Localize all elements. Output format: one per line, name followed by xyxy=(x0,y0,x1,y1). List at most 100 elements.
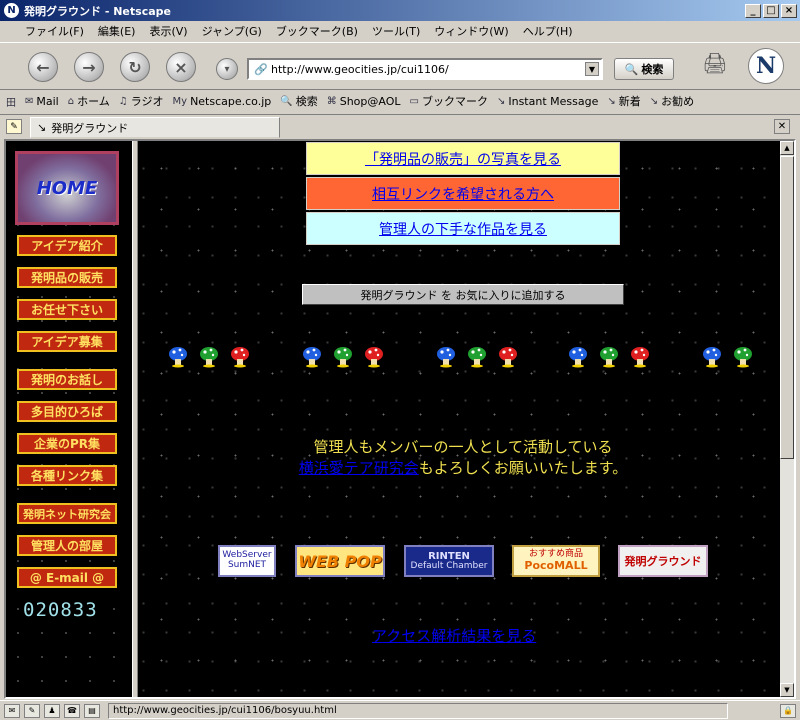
sidebar-email[interactable]: @ E-mail @ xyxy=(17,567,117,588)
sidebar-idea-wanted[interactable]: アイデア募集 xyxy=(17,331,117,352)
bookmark-radio[interactable]: ♫ ラジオ xyxy=(119,93,164,109)
forward-button[interactable]: → xyxy=(74,52,104,82)
bookmark-folder[interactable]: ▭ ブックマーク xyxy=(410,93,488,109)
bookmark-instant-message[interactable]: ↘ Instant Message xyxy=(497,95,598,108)
mushroom-icon xyxy=(498,346,518,368)
new-tab-icon[interactable]: ✎ xyxy=(6,119,22,134)
vertical-scrollbar[interactable]: ▲ ▼ xyxy=(780,141,794,697)
access-analysis-link[interactable]: アクセス解析結果を見る xyxy=(372,625,536,646)
add-to-favorites-button[interactable]: 発明グラウンド を お気に入りに追加する xyxy=(302,284,624,305)
navigation-toolbar: ← → ↻ × ▾ 🔗 http://www.geocities.jp/cui1… xyxy=(0,42,800,90)
sidebar-link-collection[interactable]: 各種リンク集 xyxy=(17,465,117,486)
banner-rinten[interactable]: RINTEN Default Chamber xyxy=(404,545,494,577)
yokohama-study-group-link[interactable]: 横浜愛テア研究会 xyxy=(299,459,419,477)
back-arrow-icon: ← xyxy=(36,57,50,77)
shop-icon: ⌘ xyxy=(326,95,337,107)
sidebar-invention-net-study[interactable]: 発明ネット研究会 xyxy=(17,503,117,524)
sidebar-idea-intro[interactable]: アイデア紹介 xyxy=(17,235,117,256)
home-button-image[interactable]: HOME xyxy=(15,151,119,225)
stop-button[interactable]: × xyxy=(166,52,196,82)
mushroom-icon xyxy=(630,346,650,368)
forward-arrow-icon: → xyxy=(82,57,96,77)
chevron-down-icon: ▾ xyxy=(224,63,230,75)
sidebar-leave-it-to-us[interactable]: お任せ下さい xyxy=(17,299,117,320)
page-status-icon[interactable]: ▤ xyxy=(84,703,100,718)
back-button[interactable]: ← xyxy=(28,52,58,82)
window-title: 発明グラウンド - Netscape xyxy=(24,4,171,18)
top-button-admin-works[interactable]: 管理人の下手な作品を見る xyxy=(306,212,620,245)
scroll-thumb[interactable] xyxy=(780,156,794,459)
mushroom-icon xyxy=(467,346,487,368)
message-line-2: 横浜愛テア研究会もよろしくお願いいたします。 xyxy=(238,457,688,478)
menu-edit[interactable]: 編集(E) xyxy=(91,23,143,39)
scroll-down-button[interactable]: ▼ xyxy=(780,683,794,697)
close-window-button[interactable]: × xyxy=(781,3,797,18)
bookmark-search[interactable]: 🔍 検索 xyxy=(280,93,317,109)
banner-webpop[interactable]: WEB POP xyxy=(295,545,385,577)
url-dropdown-button[interactable]: ▼ xyxy=(585,62,599,76)
aim-status-icon[interactable]: ♟ xyxy=(44,703,60,718)
tab-toggle-icon: 田 xyxy=(6,97,16,109)
bookmark-shop[interactable]: ⌘ Shop@AOL xyxy=(327,95,401,108)
print-icon[interactable]: 🖨 xyxy=(700,51,730,79)
history-dropdown-button[interactable]: ▾ xyxy=(216,58,238,80)
tab-title: 発明グラウンド xyxy=(51,121,129,135)
sidebar-invention-stories[interactable]: 発明のお話し xyxy=(17,369,117,390)
bookmark-new[interactable]: ↘ 新着 xyxy=(607,93,640,109)
close-tab-button[interactable]: ✕ xyxy=(774,119,790,134)
banner-pocomall[interactable]: おすすめ商品 PocoMALL xyxy=(512,545,600,577)
composer-status-icon[interactable]: ✎ xyxy=(24,703,40,718)
netscape-logo[interactable]: N xyxy=(748,48,784,84)
headphones-icon: ♫ xyxy=(118,95,128,107)
bookmark-netscape[interactable]: My Netscape.co.jp xyxy=(173,95,272,108)
banner-sumnet[interactable]: WebServer SumNET xyxy=(218,545,276,577)
menu-window[interactable]: ウィンドウ(W) xyxy=(427,23,515,39)
mushroom-icon xyxy=(702,346,722,368)
address-book-status-icon[interactable]: ☎ xyxy=(64,703,80,718)
bookmark-recommend[interactable]: ↘ お勧め xyxy=(650,93,694,109)
banner-hatsumei-ground[interactable]: 発明グラウンド xyxy=(618,545,708,577)
page-content: HOME アイデア紹介 発明品の販売 お任せ下さい アイデア募集 発明のお話し … xyxy=(4,139,796,699)
search-icon: 🔍 xyxy=(280,95,293,107)
scroll-up-button[interactable]: ▲ xyxy=(780,141,794,155)
tab-current[interactable]: ↘ 発明グラウンド xyxy=(30,117,280,138)
status-text: http://www.geocities.jp/cui1106/bosyuu.h… xyxy=(108,702,728,719)
magnifier-icon: 🔍 xyxy=(624,62,639,76)
mushroom-icon xyxy=(599,346,619,368)
sidebar-multipurpose-plaza[interactable]: 多目的ひろば xyxy=(17,401,117,422)
link-icon: ↘ xyxy=(37,121,47,134)
sidebar-product-sales[interactable]: 発明品の販売 xyxy=(17,267,117,288)
mail-status-icon[interactable]: ✉ xyxy=(4,703,20,718)
title-bar: N 発明グラウンド - Netscape _ □ × xyxy=(0,0,800,21)
bookmark-mail[interactable]: ✉ Mail xyxy=(25,95,59,108)
tab-toggle-button[interactable]: 田 xyxy=(6,94,16,109)
top-button-product-photos[interactable]: 「発明品の販売」の写真を見る xyxy=(306,142,620,175)
reload-button[interactable]: ↻ xyxy=(120,52,150,82)
menu-bookmarks[interactable]: ブックマーク(B) xyxy=(269,23,365,39)
mushroom-icon xyxy=(230,346,250,368)
message-line-1: 管理人もメンバーの一人として活動している xyxy=(313,438,613,456)
security-lock-icon[interactable]: 🔒 xyxy=(780,703,796,718)
menu-file[interactable]: ファイル(F) xyxy=(18,23,91,39)
sidebar-admin-room[interactable]: 管理人の部屋 xyxy=(17,535,117,556)
netscape-app-icon[interactable]: N xyxy=(4,3,19,18)
url-field[interactable]: 🔗 http://www.geocities.jp/cui1106/ ▼ xyxy=(247,58,603,80)
sidebar-company-pr[interactable]: 企業のPR集 xyxy=(17,433,117,454)
menu-tools[interactable]: ツール(T) xyxy=(365,23,427,39)
mushroom-icon xyxy=(333,346,353,368)
top-button-mutual-links[interactable]: 相互リンクを希望される方へ xyxy=(306,177,620,210)
maximize-button[interactable]: □ xyxy=(763,3,779,18)
main-frame: 「発明品の販売」の写真を見る 相互リンクを希望される方へ 管理人の下手な作品を見… xyxy=(138,141,784,697)
menu-view[interactable]: 表示(V) xyxy=(142,23,194,39)
menu-help[interactable]: ヘルプ(H) xyxy=(516,23,580,39)
menu-go[interactable]: ジャンプ(G) xyxy=(195,23,269,39)
mushroom-icon xyxy=(168,346,188,368)
mushroom-icon xyxy=(568,346,588,368)
bookmark-home[interactable]: ⌂ ホーム xyxy=(68,93,110,109)
minimize-button[interactable]: _ xyxy=(745,3,761,18)
search-button[interactable]: 🔍 検索 xyxy=(614,58,674,80)
my-icon: My xyxy=(172,95,188,107)
home-label: HOME xyxy=(36,177,98,199)
url-text: http://www.geocities.jp/cui1106/ xyxy=(271,62,449,76)
home-icon: ⌂ xyxy=(67,95,75,107)
